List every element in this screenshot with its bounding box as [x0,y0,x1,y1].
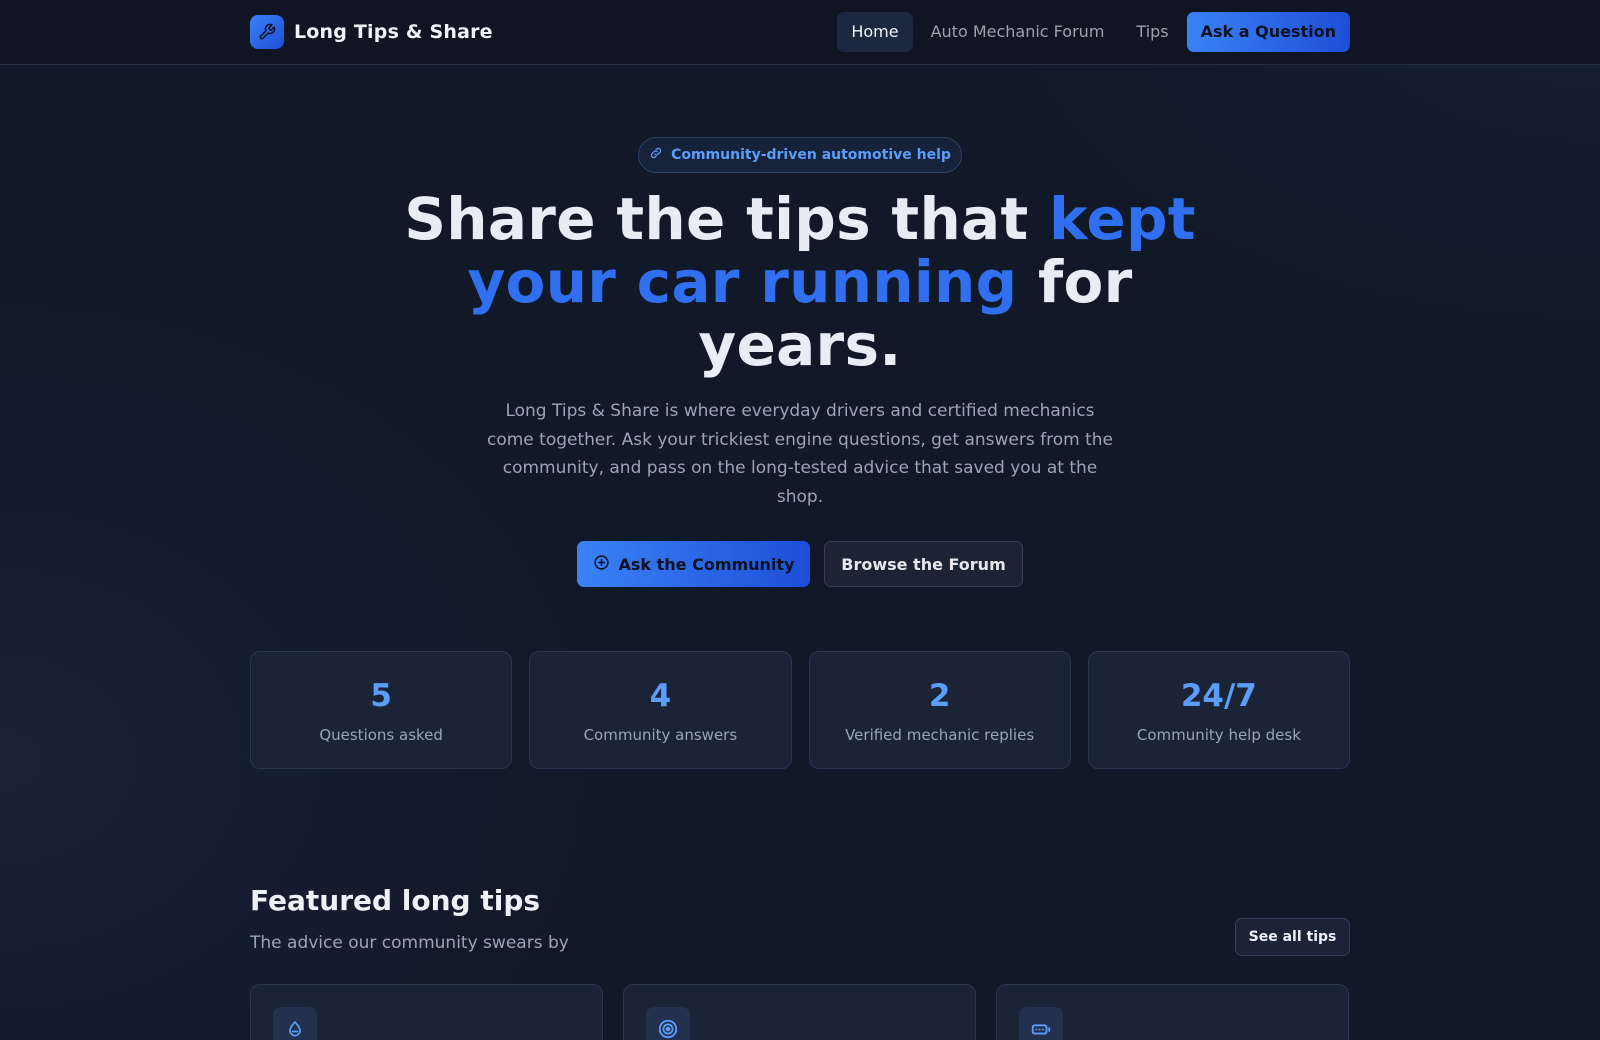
stat-label: Community answers [583,726,738,744]
ask-the-community-label: Ask the Community [618,554,795,574]
stat-value: 4 [649,678,672,714]
stat-card: 4 Community answers [529,651,792,769]
stat-value: 2 [928,678,951,714]
tip-card[interactable] [250,984,603,1040]
featured-cards [250,984,1350,1040]
stat-value: 5 [370,678,392,714]
ask-a-question-button[interactable]: Ask a Question [1186,12,1350,52]
droplet-icon [273,1007,317,1040]
link-icon [649,146,663,164]
stat-card: 2 Verified mechanic replies [808,651,1071,769]
hero-description: Long Tips & Share is where everyday driv… [486,401,1113,507]
stat-value: 24/7 [1180,678,1257,714]
plus-circle-icon [593,554,610,575]
stat-card: 24/7 Community help desk [1087,651,1350,769]
browse-the-forum-button[interactable]: Browse the Forum [824,541,1023,587]
nav-link-home[interactable]: Home [837,12,913,52]
stat-label: Questions asked [319,726,443,744]
featured-subtitle: The advice our community swears by [250,933,569,953]
featured-title: Featured long tips [250,884,541,917]
brand-name: Long Tips & Share [294,21,493,43]
top-navigation: Long Tips & Share Home Auto Mechanic For… [0,0,1600,65]
brand[interactable]: Long Tips & Share [250,15,493,49]
tip-card[interactable] [623,984,976,1040]
nav-link-auto-mechanic-forum[interactable]: Auto Mechanic Forum [917,12,1119,52]
battery-icon [1019,1007,1063,1040]
hero-title-start: Share the tips that [404,185,1049,253]
ask-the-community-button[interactable]: Ask the Community [577,541,810,587]
stat-card: 5 Questions asked [250,651,513,769]
tip-card[interactable] [996,984,1349,1040]
hero-badge: Community-driven automotive help [638,137,962,173]
stat-label: Verified mechanic replies [845,726,1035,744]
nav-links: Home Auto Mechanic Forum Tips Ask a Ques… [837,12,1350,52]
wrench-icon [250,15,284,49]
stats-row: 5 Questions asked 4 Community answers 2 … [250,651,1350,769]
hero-title: Share the tips that kept your car runnin… [380,188,1220,377]
stat-label: Community help desk [1136,726,1301,744]
target-icon [646,1007,690,1040]
see-all-tips-button[interactable]: See all tips [1235,918,1350,956]
nav-link-tips[interactable]: Tips [1122,12,1182,52]
hero-badge-label: Community-driven automotive help [671,147,951,163]
